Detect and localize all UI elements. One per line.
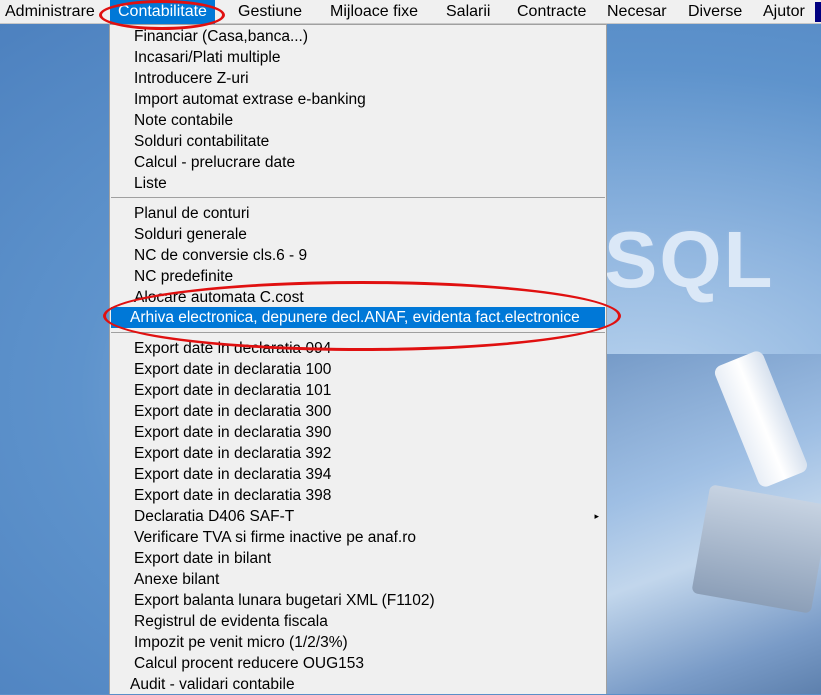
menu-item-balanta-bugetari[interactable]: Export balanta lunara bugetari XML (F110… <box>111 590 605 611</box>
menu-item-declaratia-094[interactable]: Export date in declaratia 094 <box>111 338 605 359</box>
menu-item-note-contabile[interactable]: Note contabile <box>111 110 605 131</box>
menu-item-declaratia-390[interactable]: Export date in declaratia 390 <box>111 422 605 443</box>
menu-item-declaratia-100[interactable]: Export date in declaratia 100 <box>111 359 605 380</box>
menu-item-registrul-fiscal[interactable]: Registrul de evidenta fiscala <box>111 611 605 632</box>
menu-item-solduri-contabilitate[interactable]: Solduri contabilitate <box>111 131 605 152</box>
menu-item-solduri-generale[interactable]: Solduri generale <box>111 224 605 245</box>
menu-gestiune[interactable]: Gestiune <box>238 0 302 24</box>
menubar-edge <box>815 2 821 22</box>
menu-item-liste[interactable]: Liste <box>111 173 605 194</box>
menu-item-declaratia-300[interactable]: Export date in declaratia 300 <box>111 401 605 422</box>
menu-item-calcul-prelucrare[interactable]: Calcul - prelucrare date <box>111 152 605 173</box>
menu-item-calcul-oug153[interactable]: Calcul procent reducere OUG153 <box>111 653 605 674</box>
sql-logo: SQL <box>604 215 775 304</box>
menu-item-declaratia-392[interactable]: Export date in declaratia 392 <box>111 443 605 464</box>
menu-diverse[interactable]: Diverse <box>688 0 742 24</box>
menu-separator <box>111 197 605 198</box>
menubar: Administrare Contabilitate Gestiune Mijl… <box>0 0 821 24</box>
menu-item-declaratia-398[interactable]: Export date in declaratia 398 <box>111 485 605 506</box>
menu-necesar[interactable]: Necesar <box>607 0 667 24</box>
menu-item-label: Declaratia D406 SAF-T <box>134 508 295 525</box>
menu-contabilitate[interactable]: Contabilitate <box>110 0 215 24</box>
menu-item-declaratia-101[interactable]: Export date in declaratia 101 <box>111 380 605 401</box>
menu-item-verificare-tva[interactable]: Verificare TVA si firme inactive pe anaf… <box>111 527 605 548</box>
submenu-arrow-icon: ▸ <box>594 511 599 521</box>
menu-item-impozit-micro[interactable]: Impozit pe venit micro (1/2/3%) <box>111 632 605 653</box>
menu-item-alocare-ccost[interactable]: Alocare automata C.cost <box>111 287 605 308</box>
calculator-image <box>691 484 821 614</box>
contabilitate-dropdown: Financiar (Casa,banca...) Incasari/Plati… <box>109 24 607 694</box>
menu-mijloace-fixe[interactable]: Mijloace fixe <box>330 0 418 24</box>
menu-item-declaratia-394[interactable]: Export date in declaratia 394 <box>111 464 605 485</box>
menu-item-incasari-plati[interactable]: Incasari/Plati multiple <box>111 47 605 68</box>
menu-administrare[interactable]: Administrare <box>5 0 95 24</box>
menu-item-d406-saft[interactable]: Declaratia D406 SAF-T ▸ <box>111 506 605 527</box>
menu-item-anexe-bilant[interactable]: Anexe bilant <box>111 569 605 590</box>
menu-item-import-extrase[interactable]: Import automat extrase e-banking <box>111 89 605 110</box>
menu-item-nc-predefinite[interactable]: NC predefinite <box>111 266 605 287</box>
menu-contracte[interactable]: Contracte <box>517 0 586 24</box>
menu-item-audit[interactable]: Audit - validari contabile <box>111 674 605 695</box>
menu-item-nc-conversie[interactable]: NC de conversie cls.6 - 9 <box>111 245 605 266</box>
menu-salarii[interactable]: Salarii <box>446 0 490 24</box>
menu-item-introducere-z[interactable]: Introducere Z-uri <box>111 68 605 89</box>
menu-item-planul-conturi[interactable]: Planul de conturi <box>111 203 605 224</box>
menu-item-financiar[interactable]: Financiar (Casa,banca...) <box>111 26 605 47</box>
menu-item-export-bilant[interactable]: Export date in bilant <box>111 548 605 569</box>
menu-ajutor[interactable]: Ajutor <box>763 0 805 24</box>
menu-item-arhiva-electronica[interactable]: Arhiva electronica, depunere decl.ANAF, … <box>111 307 605 328</box>
menu-separator <box>111 332 605 333</box>
